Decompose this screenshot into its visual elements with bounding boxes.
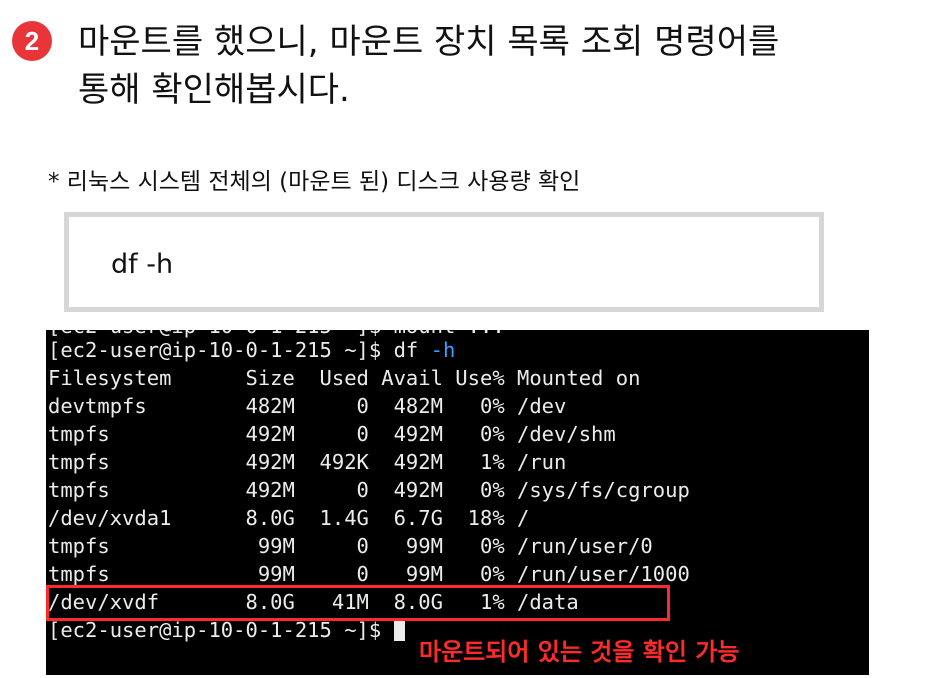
terminal-row: tmpfs 492M 0 492M 0% /dev/shm: [48, 422, 616, 446]
terminal-row: tmpfs 492M 0 492M 0% /sys/fs/cgroup: [48, 478, 690, 502]
terminal-command: df: [393, 338, 431, 362]
usage-note: * 리눅스 시스템 전체의 (마운트 된) 디스크 사용량 확인: [48, 169, 581, 195]
step-number-badge: 2: [12, 21, 52, 61]
highlight-box: [46, 585, 670, 621]
command-box: df -h: [64, 212, 824, 312]
terminal-row: tmpfs 99M 0 99M 0% /run/user/1000: [48, 562, 690, 586]
command-text: df -h: [111, 249, 174, 280]
terminal-row: tmpfs 99M 0 99M 0% /run/user/0: [48, 534, 653, 558]
terminal-header-row: Filesystem Size Used Avail Use% Mounted …: [48, 366, 641, 390]
terminal-screenshot: [ec2-user@ip-10-0-1-215 ~]$ mount ... [e…: [46, 330, 869, 675]
terminal-row: tmpfs 492M 492K 492M 1% /run: [48, 450, 567, 474]
terminal-prompt: [ec2-user@ip-10-0-1-215 ~]$: [48, 338, 394, 362]
terminal-command-flag: -h: [430, 338, 456, 362]
step-heading: 마운트를 했으니, 마운트 장치 목록 조회 명령어를 통해 확인해봅시다.: [78, 18, 779, 114]
step-heading-line-1: 마운트를 했으니, 마운트 장치 목록 조회 명령어를: [78, 22, 780, 62]
terminal-command-line: [ec2-user@ip-10-0-1-215 ~]$ df -h: [48, 336, 455, 364]
annotation-text: 마운트되어 있는 것을 확인 가능: [417, 632, 744, 667]
terminal-final-prompt: [ec2-user@ip-10-0-1-215 ~]$: [48, 618, 394, 642]
terminal-row: devtmpfs 482M 0 482M 0% /dev: [48, 394, 567, 418]
step-heading-line-2: 통해 확인해봅시다.: [78, 70, 350, 110]
terminal-row: /dev/xvda1 8.0G 1.4G 6.7G 18% /: [48, 506, 530, 530]
terminal-cursor: [393, 619, 405, 641]
